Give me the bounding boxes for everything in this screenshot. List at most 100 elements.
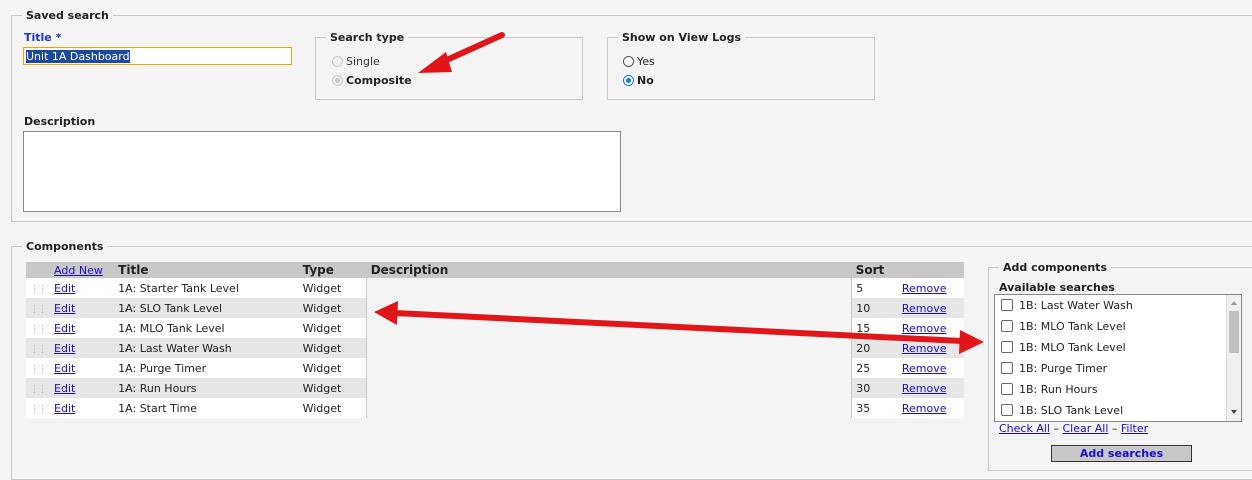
available-searches-label: Available searches (999, 281, 1115, 294)
table-row: ⋮⋮ Edit 1A: Purge Timer Widget 25 Remove (26, 358, 964, 378)
search-type-single-option[interactable]: Single (332, 55, 380, 68)
title-label: Title * (24, 31, 62, 44)
add-components-legend: Add components (1003, 261, 1107, 274)
table-row: ⋮⋮ Edit 1A: Start Time Widget 35 Remove (26, 398, 964, 418)
list-item[interactable]: 1B: Run Hours (995, 379, 1241, 400)
description-label: Description (24, 115, 96, 128)
list-item-label: 1B: Run Hours (1019, 383, 1098, 396)
components-table: Add New Title Type Description Sort ⋮⋮ E… (26, 262, 964, 418)
row-description (366, 338, 853, 358)
description-textarea[interactable] (23, 131, 621, 212)
row-description (366, 398, 853, 418)
list-item-label: 1B: MLO Tank Level (1019, 320, 1126, 333)
drag-handle-icon[interactable]: ⋮⋮ (30, 285, 47, 295)
edit-link[interactable]: Edit (54, 402, 75, 415)
row-title: 1A: Last Water Wash (114, 338, 299, 358)
filter-link[interactable]: Filter (1121, 422, 1148, 435)
remove-link[interactable]: Remove (902, 362, 947, 375)
header-title: Title (114, 262, 299, 278)
drag-handle-icon[interactable]: ⋮⋮ (30, 385, 47, 395)
checkbox[interactable] (1001, 341, 1013, 353)
list-item[interactable]: 1B: MLO Tank Level (995, 337, 1241, 358)
list-item[interactable]: 1B: Last Water Wash (995, 295, 1241, 316)
edit-link[interactable]: Edit (54, 362, 75, 375)
components-legend: Components (26, 240, 104, 253)
row-sort: 5 (851, 278, 898, 298)
search-type-single-radio[interactable] (332, 56, 343, 67)
check-all-link[interactable]: Check All (999, 422, 1050, 435)
row-title: 1A: Purge Timer (114, 358, 299, 378)
row-title: 1A: SLO Tank Level (114, 298, 299, 318)
edit-link[interactable]: Edit (54, 382, 75, 395)
clear-all-link[interactable]: Clear All (1062, 422, 1108, 435)
row-sort: 10 (851, 298, 898, 318)
row-title: 1A: Run Hours (114, 378, 299, 398)
list-actions: Check All – Clear All – Filter (999, 422, 1148, 435)
drag-handle-icon[interactable]: ⋮⋮ (30, 365, 47, 375)
row-type: Widget (298, 318, 367, 338)
add-new-link[interactable]: Add New (54, 264, 103, 277)
drag-handle-icon[interactable]: ⋮⋮ (30, 305, 47, 315)
drag-handle-icon[interactable]: ⋮⋮ (30, 345, 47, 355)
list-item[interactable]: 1B: Purge Timer (995, 358, 1241, 379)
checkbox[interactable] (1001, 362, 1013, 374)
checkbox[interactable] (1001, 404, 1013, 416)
table-row: ⋮⋮ Edit 1A: MLO Tank Level Widget 15 Rem… (26, 318, 964, 338)
scroll-up-arrow-icon (1231, 301, 1237, 305)
search-type-single-label: Single (346, 55, 380, 68)
row-description (366, 358, 853, 378)
add-searches-button[interactable]: Add searches (1051, 445, 1192, 462)
available-searches-list[interactable]: 1B: Last Water Wash 1B: MLO Tank Level 1… (994, 294, 1242, 422)
checkbox[interactable] (1001, 320, 1013, 332)
separator: – (1053, 422, 1059, 435)
remove-link[interactable]: Remove (902, 402, 947, 415)
table-row: ⋮⋮ Edit 1A: Starter Tank Level Widget 5 … (26, 278, 964, 298)
search-type-legend: Search type (330, 31, 405, 44)
search-type-composite-option[interactable]: Composite (332, 74, 412, 87)
search-type-composite-label: Composite (346, 74, 412, 87)
view-logs-yes-label: Yes (637, 55, 655, 68)
row-sort: 20 (851, 338, 898, 358)
remove-link[interactable]: Remove (902, 382, 947, 395)
search-type-composite-radio[interactable] (332, 75, 343, 86)
table-row: ⋮⋮ Edit 1A: Last Water Wash Widget 20 Re… (26, 338, 964, 358)
view-logs-no-option[interactable]: No (623, 74, 654, 87)
edit-link[interactable]: Edit (54, 282, 75, 295)
list-item[interactable]: 1B: MLO Tank Level (995, 316, 1241, 337)
header-description: Description (366, 262, 852, 278)
list-item-label: 1B: Last Water Wash (1019, 299, 1133, 312)
header-sort: Sort (851, 262, 898, 278)
view-logs-no-label: No (637, 74, 654, 87)
row-type: Widget (298, 278, 367, 298)
row-type: Widget (298, 298, 367, 318)
list-item-label: 1B: SLO Tank Level (1019, 404, 1124, 417)
drag-handle-icon[interactable]: ⋮⋮ (30, 405, 47, 415)
separator: – (1111, 422, 1118, 435)
view-logs-yes-radio[interactable] (623, 56, 634, 67)
list-item-label: 1B: Purge Timer (1019, 362, 1108, 375)
checkbox[interactable] (1001, 299, 1013, 311)
checkbox[interactable] (1001, 383, 1013, 395)
list-scrollbar[interactable] (1226, 295, 1241, 421)
edit-link[interactable]: Edit (54, 322, 75, 335)
row-type: Widget (298, 358, 367, 378)
scrollbar-thumb[interactable] (1229, 311, 1239, 353)
row-description (366, 278, 853, 298)
remove-link[interactable]: Remove (902, 302, 947, 315)
view-logs-yes-option[interactable]: Yes (623, 55, 655, 68)
row-description (366, 318, 853, 338)
view-logs-no-radio[interactable] (623, 75, 634, 86)
row-sort: 25 (851, 358, 898, 378)
title-input-selection: Unit 1A Dashboard (26, 50, 130, 63)
remove-link[interactable]: Remove (902, 282, 947, 295)
row-description (366, 378, 853, 398)
edit-link[interactable]: Edit (54, 342, 75, 355)
show-on-view-logs-legend: Show on View Logs (622, 31, 742, 44)
remove-link[interactable]: Remove (902, 322, 947, 335)
drag-handle-icon[interactable]: ⋮⋮ (30, 325, 47, 335)
edit-link[interactable]: Edit (54, 302, 75, 315)
list-item[interactable]: 1B: SLO Tank Level (995, 400, 1241, 421)
row-title: 1A: Start Time (114, 398, 299, 418)
row-type: Widget (298, 398, 367, 418)
remove-link[interactable]: Remove (902, 342, 947, 355)
